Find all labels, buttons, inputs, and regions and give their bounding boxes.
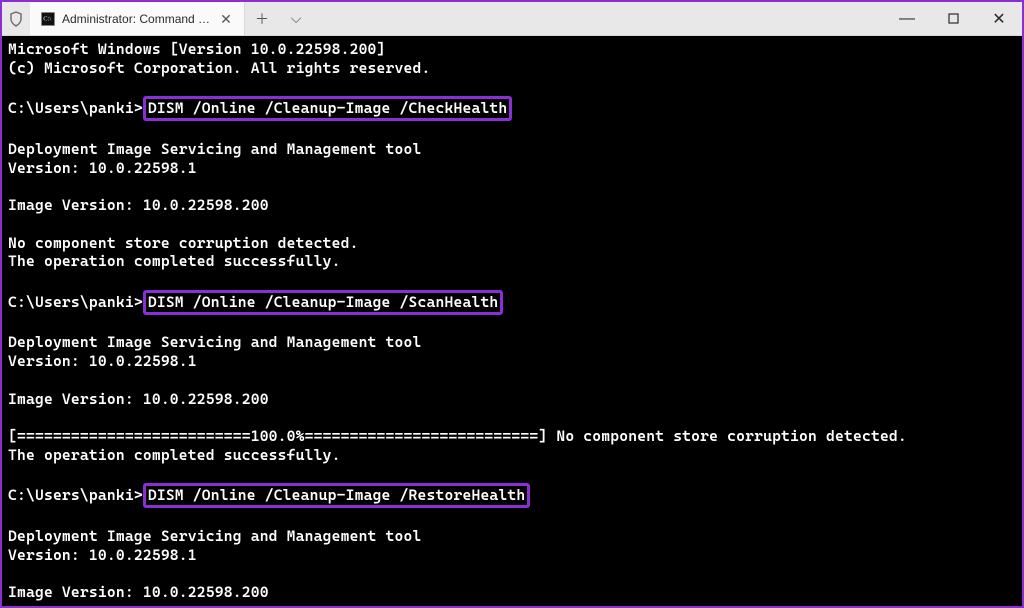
maximize-button[interactable] [930, 2, 976, 35]
result-line: No component store corruption detected. [8, 234, 359, 252]
image-version-line: Image Version: 10.0.22598.200 [8, 196, 269, 214]
titlebar: C:\ Administrator: Command Prom ✕ ＋ ⌵ — … [2, 2, 1022, 36]
progress-result-line: [==========================100.0%=======… [8, 427, 907, 445]
prompt-path: C:\Users\panki> [8, 293, 143, 311]
tab-title: Administrator: Command Prom [62, 12, 212, 26]
svg-text:C:\: C:\ [43, 16, 51, 23]
tool-version-line: Version: 10.0.22598.1 [8, 352, 197, 370]
titlebar-drag-region[interactable] [313, 2, 884, 35]
app-window: C:\ Administrator: Command Prom ✕ ＋ ⌵ — … [0, 0, 1024, 608]
completion-line: The operation completed successfully. [8, 252, 341, 270]
image-version-line: Image Version: 10.0.22598.200 [8, 390, 269, 408]
tool-name-line: Deployment Image Servicing and Managemen… [8, 140, 422, 158]
copyright-line: (c) Microsoft Corporation. All rights re… [8, 59, 431, 77]
highlighted-command: DISM /Online /Cleanup-Image /ScanHealth [143, 290, 504, 315]
tab-actions: ＋ ⌵ [245, 2, 313, 35]
completion-line: The operation completed successfully. [8, 446, 341, 464]
image-version-line: Image Version: 10.0.22598.200 [8, 583, 269, 601]
window-controls: — ✕ [884, 2, 1022, 35]
minimize-button[interactable]: — [884, 2, 930, 35]
prompt-path: C:\Users\panki> [8, 99, 143, 117]
tool-version-line: Version: 10.0.22598.1 [8, 159, 197, 177]
highlighted-command: DISM /Online /Cleanup-Image /RestoreHeal… [143, 483, 531, 508]
new-tab-button[interactable]: ＋ [245, 2, 279, 35]
banner-line: Microsoft Windows [Version 10.0.22598.20… [8, 40, 386, 58]
terminal-output[interactable]: Microsoft Windows [Version 10.0.22598.20… [2, 36, 1022, 606]
minimize-icon: — [899, 10, 915, 28]
prompt-path: C:\Users\panki> [8, 486, 143, 504]
privacy-shield-icon [2, 2, 30, 35]
tool-name-line: Deployment Image Servicing and Managemen… [8, 333, 422, 351]
close-icon[interactable]: ✕ [218, 11, 234, 27]
tool-name-line: Deployment Image Servicing and Managemen… [8, 527, 422, 545]
tab-command-prompt[interactable]: C:\ Administrator: Command Prom ✕ [30, 2, 245, 35]
window-close-button[interactable]: ✕ [976, 2, 1022, 35]
maximize-icon [948, 13, 959, 24]
tab-dropdown-button[interactable]: ⌵ [279, 2, 313, 35]
tool-version-line: Version: 10.0.22598.1 [8, 546, 197, 564]
highlighted-command: DISM /Online /Cleanup-Image /CheckHealth [143, 96, 513, 121]
close-window-icon: ✕ [992, 9, 1005, 29]
cmd-icon: C:\ [40, 11, 56, 27]
